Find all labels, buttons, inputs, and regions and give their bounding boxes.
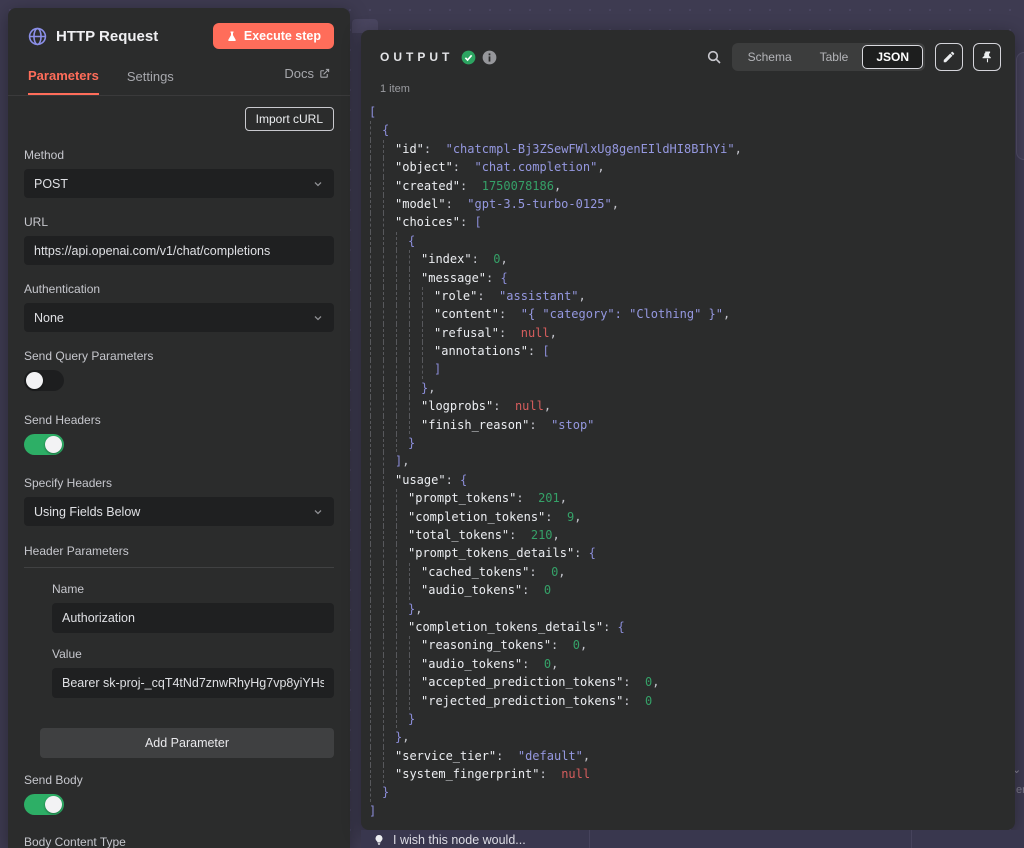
method-label: Method — [24, 148, 65, 162]
send-query-parameters-field: Send Query Parameters — [24, 349, 334, 391]
tab-json[interactable]: JSON — [862, 45, 923, 69]
specify-headers-select[interactable]: Using Fields Below — [24, 497, 334, 526]
url-input[interactable]: https://api.openai.com/v1/chat/completio… — [24, 236, 334, 265]
header-name-input[interactable]: Authorization — [52, 603, 334, 633]
items-count: 1 item — [380, 83, 410, 95]
node-feedback[interactable]: I wish this node would... — [361, 830, 1024, 847]
footer-divider — [911, 830, 912, 848]
pin-icon — [981, 50, 994, 64]
execute-step-label: Execute step — [243, 29, 321, 43]
canvas-text-fragment: en — [1016, 784, 1024, 796]
send-headers-label: Send Headers — [24, 413, 101, 427]
toggle-knob — [45, 796, 62, 813]
lightbulb-icon — [373, 833, 385, 847]
chevron-down-icon — [312, 312, 324, 324]
specify-headers-value: Using Fields Below — [34, 504, 141, 519]
pencil-icon — [942, 50, 956, 64]
external-link-icon — [319, 68, 330, 79]
send-query-parameters-label: Send Query Parameters — [24, 349, 154, 363]
chevron-down-icon — [312, 178, 324, 190]
json-viewer[interactable]: [{"id": "chatcmpl-Bj3ZSewFWlxUg8genEIldH… — [361, 95, 1015, 820]
output-view-switcher: Schema Table JSON — [731, 43, 925, 71]
search-icon[interactable] — [706, 49, 722, 65]
specify-headers-label: Specify Headers — [24, 476, 113, 490]
pin-output-button[interactable] — [973, 43, 1001, 71]
node-header: HTTP Request Execute step — [8, 8, 350, 49]
docs-label: Docs — [284, 66, 314, 81]
send-headers-toggle[interactable] — [24, 434, 64, 455]
add-parameter-button[interactable]: Add Parameter — [40, 728, 334, 758]
send-body-toggle[interactable] — [24, 794, 64, 815]
method-select[interactable]: POST — [24, 169, 334, 198]
footer-divider — [589, 830, 590, 848]
url-value: https://api.openai.com/v1/chat/completio… — [34, 243, 271, 258]
authentication-label: Authentication — [24, 282, 101, 296]
flask-icon — [226, 30, 238, 43]
toggle-knob — [26, 372, 43, 389]
method-value: POST — [34, 176, 69, 191]
output-panel: OUTPUT Schema Table JSON 1 item [{"id"… — [361, 30, 1015, 830]
header-value-field: Value Bearer sk-proj-_cqT4tNd7znwRhyHg7v… — [52, 647, 334, 698]
tab-parameters[interactable]: Parameters — [28, 62, 99, 95]
tab-schema[interactable]: Schema — [734, 45, 806, 69]
header-name-label: Name — [52, 582, 85, 596]
send-body-label: Send Body — [24, 773, 83, 787]
node-title: HTTP Request — [56, 27, 159, 45]
info-icon[interactable] — [482, 50, 497, 65]
toggle-knob — [45, 436, 62, 453]
authentication-value: None — [34, 310, 64, 325]
output-title: OUTPUT — [380, 50, 454, 64]
node-tabs: Parameters Settings Docs — [8, 62, 350, 96]
ndv-footer: I wish this node would... — [361, 830, 1024, 848]
json-code: [{"id": "chatcmpl-Bj3ZSewFWlxUg8genEIldH… — [369, 105, 742, 818]
chevron-down-icon — [312, 506, 324, 518]
body-content-type-label: Body Content Type — [24, 835, 126, 848]
authentication-select[interactable]: None — [24, 303, 334, 332]
globe-icon — [28, 27, 47, 46]
header-name-field: Name Authorization — [52, 582, 334, 633]
node-feedback-text: I wish this node would... — [393, 833, 526, 847]
canvas-node-fragment — [1016, 52, 1024, 160]
execute-step-button[interactable]: Execute step — [212, 23, 334, 49]
docs-link[interactable]: Docs — [284, 66, 330, 91]
url-label: URL — [24, 215, 49, 229]
body-content-type-field: Body Content Type JSON — [24, 835, 334, 848]
url-field: URL https://api.openai.com/v1/chat/compl… — [24, 215, 334, 265]
header-parameters-section-label: Header Parameters — [24, 544, 334, 568]
output-header: OUTPUT Schema Table JSON — [361, 30, 1015, 71]
success-check-icon — [461, 50, 476, 65]
specify-headers-field: Specify Headers Using Fields Below — [24, 476, 334, 526]
header-name-value: Authorization — [62, 611, 135, 625]
edit-output-button[interactable] — [935, 43, 963, 71]
authentication-field: Authentication None — [24, 282, 334, 332]
header-value-input[interactable]: Bearer sk-proj-_cqT4tNd7znwRhyHg7vp8yiYH… — [52, 668, 334, 698]
method-field: Method POST — [24, 148, 334, 198]
tab-table[interactable]: Table — [806, 45, 863, 69]
tab-settings[interactable]: Settings — [127, 63, 174, 94]
send-query-parameters-toggle[interactable] — [24, 370, 64, 391]
send-headers-field: Send Headers — [24, 413, 334, 455]
node-settings-panel: HTTP Request Execute step Parameters Set… — [8, 8, 350, 848]
header-value-label: Value — [52, 647, 82, 661]
header-value-value: Bearer sk-proj-_cqT4tNd7znwRhyHg7vp8yiYH… — [62, 676, 324, 690]
import-curl-button[interactable]: Import cURL — [244, 107, 334, 131]
send-body-field: Send Body — [24, 773, 334, 815]
